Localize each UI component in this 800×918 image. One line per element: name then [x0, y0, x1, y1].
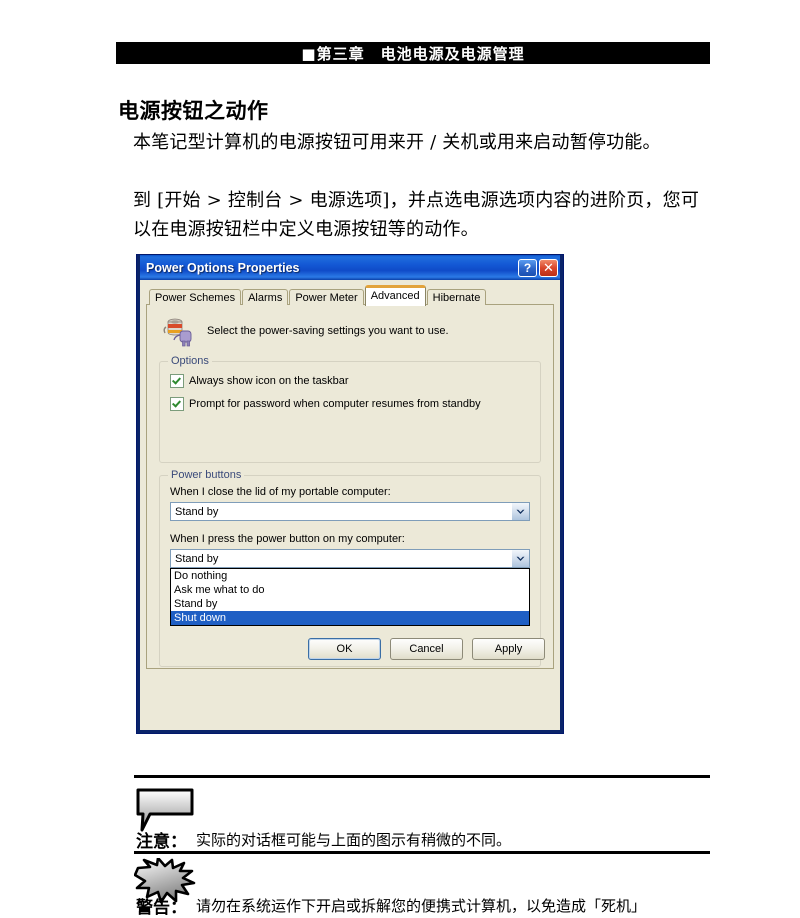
power-button-value: Stand by [175, 552, 219, 565]
dropdown-option-do-nothing[interactable]: Do nothing [171, 569, 529, 583]
dialog-titlebar[interactable]: Power Options Properties ? ✕ [140, 255, 560, 280]
tab-power-schemes[interactable]: Power Schemes [149, 289, 242, 305]
note-divider-bottom [134, 851, 710, 854]
note-label-caution: 注意： [136, 832, 187, 852]
checkbox-always-show-icon[interactable] [170, 374, 184, 388]
dialog-button-row: OK Cancel Apply [308, 638, 545, 660]
tab-hibernate[interactable]: Hibernate [426, 289, 487, 305]
power-button-dropdown-list[interactable]: Do nothing Ask me what to do Stand by Sh… [170, 568, 530, 626]
chevron-down-icon[interactable] [511, 503, 529, 520]
apply-button[interactable]: Apply [472, 638, 545, 660]
body-paragraph-2: 到 [开始 > 控制台 > 电源选项]，并点选电源选项内容的进阶页，您可以在电源… [133, 190, 700, 240]
cancel-button[interactable]: Cancel [390, 638, 463, 660]
checkbox-label-prompt-for-password: Prompt for password when computer resume… [189, 398, 481, 410]
lid-close-label: When I close the lid of my portable comp… [170, 486, 391, 498]
power-options-dialog: Power Options Properties ? ✕ Power Schem… [136, 254, 564, 734]
ok-button[interactable]: OK [308, 638, 381, 660]
dropdown-option-shut-down[interactable]: Shut down [171, 611, 529, 625]
checkbox-label-always-show-icon: Always show icon on the taskbar [189, 375, 349, 387]
note-text-caution: 实际的对话框可能与上面的图示有稍微的不同。 [196, 831, 512, 849]
power-button-combobox[interactable]: Stand by [170, 549, 530, 568]
page-title: 电源按钮之动作 [118, 98, 269, 123]
lid-close-value: Stand by [175, 505, 219, 518]
titlebar-buttons: ? ✕ [518, 258, 558, 277]
intro-text: Select the power-saving settings you wan… [207, 325, 449, 337]
chevron-down-icon[interactable] [511, 550, 529, 567]
tab-alarms[interactable]: Alarms [242, 289, 289, 305]
note-divider-top [134, 775, 710, 778]
help-icon[interactable]: ? [518, 258, 537, 277]
options-groupbox: Options Always show icon on the taskbar … [159, 355, 541, 463]
chapter-banner: ■第三章 电池电源及电源管理 [116, 42, 710, 64]
power-plug-icon [163, 315, 195, 347]
lid-close-combobox[interactable]: Stand by [170, 502, 530, 521]
dialog-title: Power Options Properties [146, 260, 300, 275]
close-icon[interactable]: ✕ [539, 258, 558, 277]
note-text-warning: 请勿在系统运作下开启或拆解您的便携式计算机，以免造成「死机」 [196, 897, 647, 915]
body-paragraph-1: 本笔记型计算机的电源按钮可用来开 / 关机或用来启动暂停功能。 [133, 132, 661, 153]
dropdown-option-ask-me[interactable]: Ask me what to do [171, 583, 529, 597]
tab-panel-advanced: Select the power-saving settings you wan… [146, 304, 554, 669]
speech-bubble-icon [136, 788, 196, 832]
note-label-warning: 警告： [136, 898, 187, 918]
tab-strip: Power Schemes Alarms Power Meter Advance… [146, 285, 554, 306]
options-group-label: Options [168, 355, 212, 367]
dialog-body: Power Schemes Alarms Power Meter Advance… [140, 280, 560, 730]
power-button-label: When I press the power button on my comp… [170, 533, 405, 545]
dropdown-option-stand-by[interactable]: Stand by [171, 597, 529, 611]
tab-advanced[interactable]: Advanced [364, 285, 426, 306]
checkbox-row-taskbar-icon[interactable]: Always show icon on the taskbar [170, 374, 530, 388]
tab-power-meter[interactable]: Power Meter [289, 289, 364, 305]
power-buttons-group-label: Power buttons [168, 469, 245, 481]
intro-row: Select the power-saving settings you wan… [159, 315, 541, 347]
checkbox-prompt-for-password[interactable] [170, 397, 184, 411]
checkbox-row-password-prompt[interactable]: Prompt for password when computer resume… [170, 397, 530, 411]
